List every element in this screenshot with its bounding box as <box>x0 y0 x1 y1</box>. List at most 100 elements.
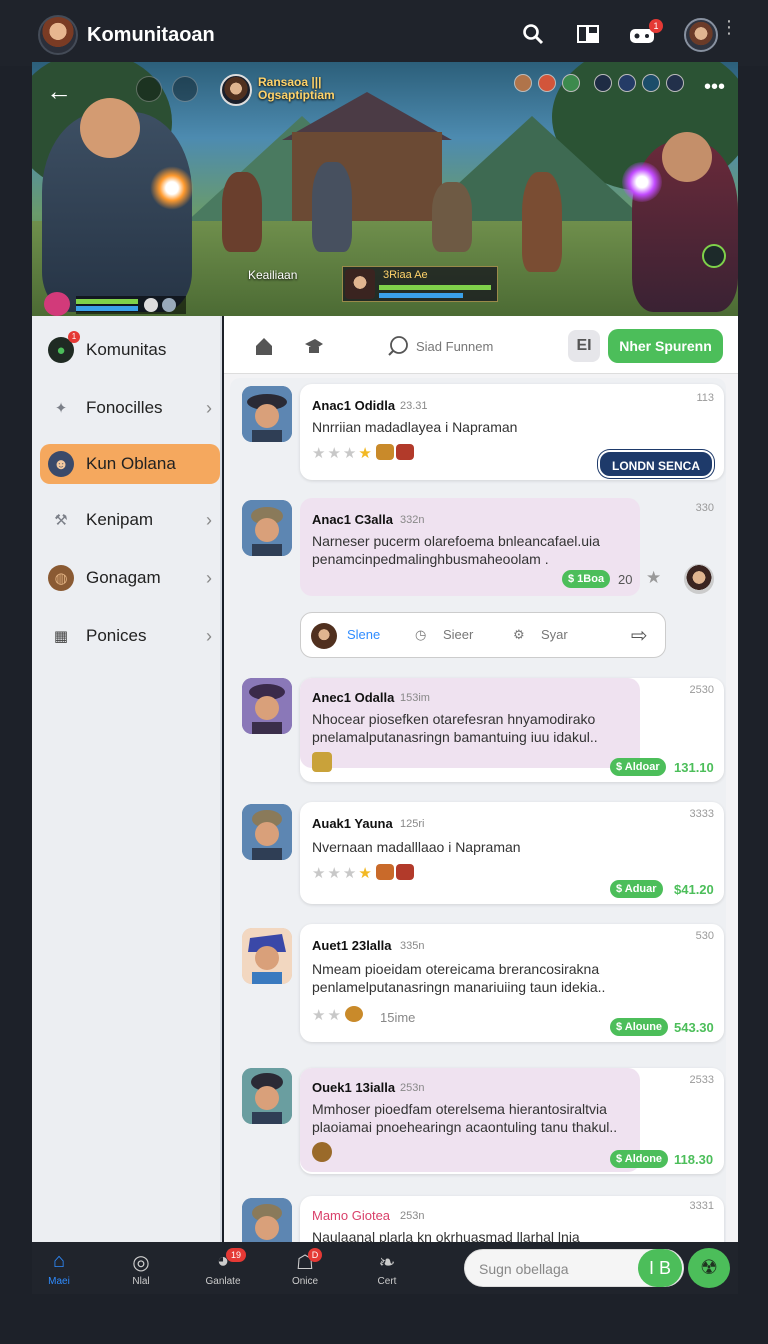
nav-label: Nlal <box>132 1276 150 1287</box>
avatar[interactable] <box>684 564 714 594</box>
toolbar: Siad Funnem EI Nher Spurenn <box>224 316 738 374</box>
gear-icon[interactable]: ⚙ <box>513 627 525 643</box>
clock-icon[interactable]: ◷ <box>415 627 426 643</box>
price-pill[interactable]: $ 1Boa <box>562 570 611 588</box>
hud-avatar <box>345 269 375 299</box>
banner-icon-5[interactable] <box>618 74 636 92</box>
action-save[interactable]: Sieer <box>443 627 473 642</box>
star-note: 15ime <box>380 1010 416 1025</box>
avatar[interactable] <box>242 1068 292 1124</box>
nav-target[interactable]: ◎ Nlal <box>116 1250 166 1287</box>
post-count: 2533 <box>689 1074 714 1086</box>
banner-icon-1[interactable] <box>514 74 532 92</box>
search-label[interactable]: Siad Funnem <box>416 339 493 354</box>
post-author[interactable]: Auet1 23lalla <box>312 938 392 953</box>
avatar[interactable] <box>242 804 292 860</box>
post-author[interactable]: Auak1 Yauna <box>312 816 393 831</box>
check-icon[interactable] <box>172 76 198 102</box>
post-card: Auet1 23lalla 335n 530 Nmeam pioeidam ot… <box>300 924 724 1042</box>
target-icon: ◎ <box>132 1252 150 1274</box>
search-bubble-icon[interactable] <box>386 334 410 358</box>
avatar[interactable] <box>242 678 292 734</box>
post-count: 330 <box>695 502 714 514</box>
star-icon[interactable]: ★ <box>646 568 661 588</box>
run-icon[interactable] <box>136 76 162 102</box>
home-icon: ⌂ <box>52 1250 66 1272</box>
avatar[interactable] <box>242 500 292 556</box>
nav-badge: 19 <box>226 1248 246 1262</box>
more-horizontal-icon[interactable]: ••• <box>704 76 725 99</box>
leaf-icon: ❧ <box>378 1252 396 1274</box>
banner-avatar[interactable] <box>220 74 252 106</box>
nav-label: Onice <box>291 1276 319 1287</box>
sidebar-item-kenipam[interactable]: ⚒ Kenipam › <box>40 500 220 540</box>
avatar[interactable] <box>311 623 337 649</box>
post-author[interactable]: Anec1 Odalla <box>312 690 394 705</box>
post-author[interactable]: Mamo Giotea <box>312 1208 390 1223</box>
send-button[interactable]: I B <box>638 1249 682 1287</box>
post-price: 131.10 <box>674 760 714 775</box>
post-price: $41.20 <box>674 882 714 897</box>
more-vertical-icon[interactable]: ⋮ <box>720 18 738 36</box>
post-price: 543.30 <box>674 1020 714 1035</box>
post-card: Anac1 Odidla 23.31 113 Nnrriian madadlay… <box>300 384 724 480</box>
post-feed: Anac1 Odidla 23.31 113 Nnrriian madadlay… <box>230 378 726 1242</box>
sidebar-item-fonocilles[interactable]: ✦ Fonocilles › <box>40 388 220 428</box>
profile-avatar[interactable] <box>684 18 718 52</box>
back-arrow-icon[interactable]: ← <box>46 76 72 107</box>
sidebar-item-gonagam[interactable]: ◍ Gonagam › <box>40 558 220 598</box>
rating-stars: ★★ <box>312 1006 363 1024</box>
sidebar-item-ponices[interactable]: ▦ Ponices › <box>40 616 220 656</box>
nav-game[interactable]: ◕ 19 Ganlate <box>198 1248 248 1287</box>
banner-icon-4[interactable] <box>594 74 612 92</box>
layout-icon[interactable] <box>575 22 601 46</box>
price-pill[interactable]: $ Aloune <box>610 1018 669 1036</box>
post-text: Nvernaan madalllaao i Napraman <box>312 839 521 855</box>
sidebar-item-kun-oblana[interactable]: ☻ Kun Oblana <box>40 444 220 484</box>
rating-stars: ★★★★ <box>312 864 414 882</box>
sticker-icon[interactable]: ☢ <box>688 1248 730 1288</box>
nav-label: Ganlate <box>205 1276 241 1287</box>
sidebar-item-komunitas[interactable]: ● 1 Komunitas <box>40 330 220 370</box>
chevron-right-icon: › <box>206 397 212 418</box>
action-send[interactable]: Slene <box>347 627 380 642</box>
banner-icon-7[interactable] <box>666 74 684 92</box>
sidebar-item-label: Kun Oblana <box>86 454 176 473</box>
bag-icon: ◍ <box>48 565 74 591</box>
price-pill[interactable]: $ Aduar <box>610 880 663 898</box>
post-author[interactable]: Anac1 C3alla <box>312 512 393 527</box>
action-share[interactable]: Syar <box>541 627 568 642</box>
post-card: Ouek1 13ialla 253n 2533 Mmhoser pioedfam… <box>300 1068 724 1174</box>
post-time: 332n <box>400 514 425 526</box>
join-button[interactable]: Nher Spurenn <box>608 329 723 363</box>
avatar[interactable] <box>242 928 292 984</box>
filter-button[interactable]: EI <box>568 330 600 362</box>
nav-home[interactable]: ⌂ Maei <box>34 1250 84 1287</box>
banner-icon-3[interactable] <box>562 74 580 92</box>
gamepad-icon[interactable]: 1 <box>629 19 663 46</box>
cap-icon[interactable] <box>302 334 326 358</box>
item-icon <box>312 752 332 772</box>
price-pill[interactable]: $ Aldone <box>610 1150 669 1168</box>
home-icon[interactable] <box>252 334 276 358</box>
banner-icon-6[interactable] <box>642 74 660 92</box>
post-card: Anac1 C3alla 332n 330 Narneser pucerm ol… <box>300 498 724 596</box>
nav-label: Maei <box>48 1276 70 1287</box>
post-author[interactable]: Ouek1 13ialla <box>312 1080 395 1095</box>
sidebar-item-label: Kenipam <box>86 510 154 529</box>
lobby-button[interactable]: LONDN SENCA <box>597 450 714 478</box>
chevron-right-icon: › <box>206 567 212 588</box>
nav-leaf[interactable]: ❧ Cert <box>362 1250 412 1287</box>
avatar[interactable] <box>242 386 292 442</box>
search-icon[interactable] <box>520 22 546 46</box>
avatar[interactable] <box>242 1198 292 1242</box>
ability-icon[interactable] <box>702 244 726 268</box>
banner-icon-2[interactable] <box>538 74 556 92</box>
share-arrow-icon[interactable]: ⇨ <box>631 623 648 648</box>
post-count: 3333 <box>689 808 714 820</box>
price-pill[interactable]: $ Aldoar <box>610 758 666 776</box>
post-time: 125ri <box>400 818 425 830</box>
post-author[interactable]: Anac1 Odidla <box>312 398 395 413</box>
post-text: Narneser pucerm olarefoema bnleancafael.… <box>312 533 600 567</box>
nav-chat[interactable]: ☖ D Onice <box>280 1248 330 1287</box>
